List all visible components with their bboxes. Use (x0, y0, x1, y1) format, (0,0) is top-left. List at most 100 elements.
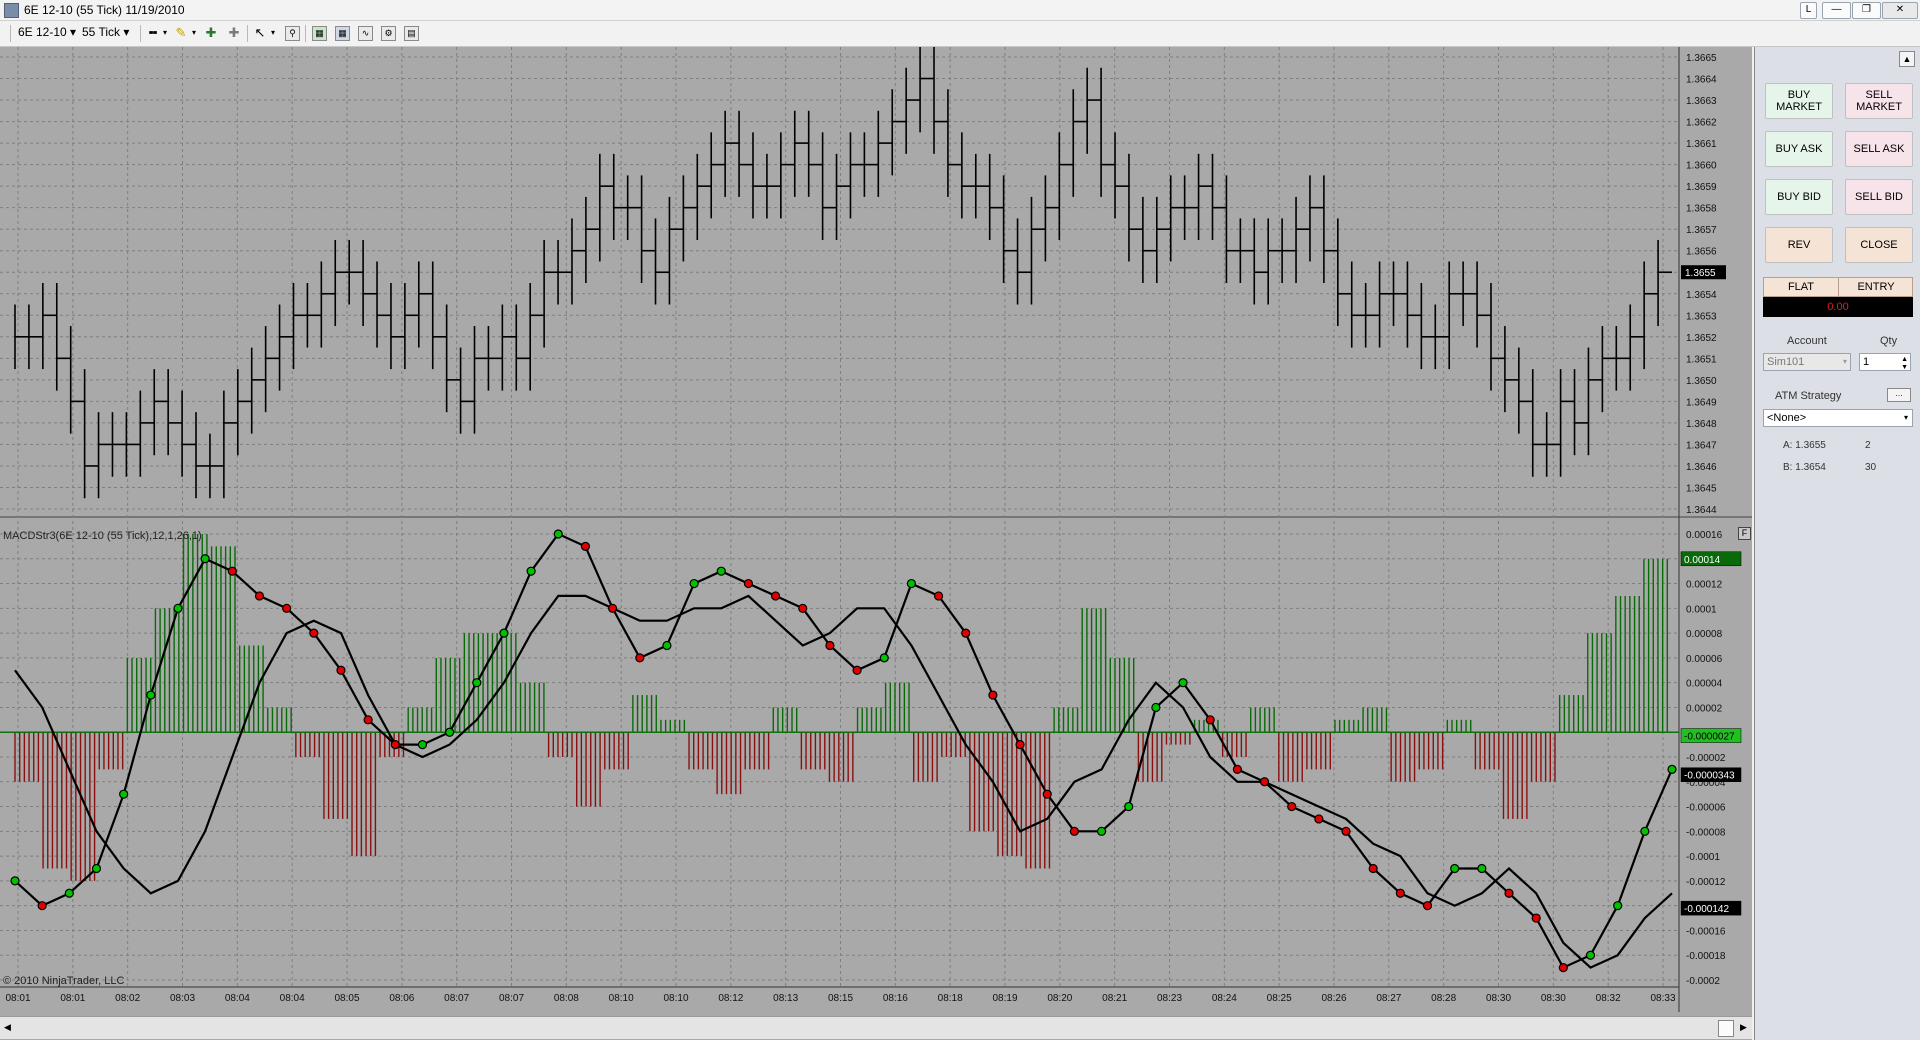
sell-bid-button[interactable]: SELL BID (1845, 179, 1913, 215)
time-tick-label: 08:32 (1596, 993, 1621, 1004)
atm-strategy-label: ATM Strategy (1775, 390, 1842, 402)
macd-value-badge: -0.0000343 (1684, 771, 1735, 782)
price-tick-label: 1.3664 (1686, 75, 1717, 86)
macd-tick-label: -0.00008 (1686, 827, 1726, 838)
signal-value-badge: -0.000142 (1684, 904, 1729, 915)
add-indicator-icon[interactable]: ✚ (203, 25, 219, 41)
maximize-button[interactable]: ❐ (1852, 2, 1881, 19)
macd-dot (37, 901, 47, 911)
interval-selector[interactable]: 55 Tick ▾ (82, 25, 129, 39)
macd-dot (1422, 901, 1433, 911)
time-tick-label: 08:20 (1047, 993, 1072, 1004)
macd-zero-badge: -0.0000027 (1684, 732, 1735, 743)
macd-dot (254, 591, 265, 601)
macd-dot (1531, 913, 1541, 923)
toolbar-separator (10, 25, 11, 42)
line-chart-icon[interactable]: ∿ (358, 26, 373, 41)
macd-dot (390, 740, 400, 750)
buy-market-button[interactable]: BUY MARKET (1765, 83, 1833, 119)
sell-market-button[interactable]: SELL MARKET (1845, 83, 1913, 119)
price-tick-label: 1.3651 (1686, 354, 1717, 365)
copyright-label: © 2010 NinjaTrader, LLC (3, 975, 125, 987)
reverse-button[interactable]: REV (1765, 227, 1833, 263)
time-tick-label: 08:13 (773, 993, 798, 1004)
time-tick-label: 08:23 (1157, 993, 1182, 1004)
price-tick-label: 1.3653 (1686, 311, 1717, 322)
macd-dot (635, 653, 645, 663)
chevron-down-icon[interactable]: ▾ (265, 25, 281, 41)
macd-dot (852, 665, 862, 675)
macd-dot (1042, 789, 1052, 799)
macd-dot (1259, 777, 1270, 787)
time-tick-label: 08:01 (5, 993, 30, 1004)
macd-dot (417, 740, 428, 750)
macd-tick-label: 0.00016 (1686, 530, 1723, 541)
macd-tick-label: 0.00008 (1686, 629, 1723, 640)
chart-canvas[interactable]: 1.3665 1.3664 1.3663 1.3662 1.3661 1.3660 1.36… (0, 47, 1752, 1040)
macd-dot (1205, 715, 1215, 725)
collapse-panel-button[interactable]: ▲ (1899, 51, 1915, 67)
macd-tick-label: -0.00006 (1686, 803, 1726, 814)
zoom-icon[interactable]: ⚲ (285, 26, 300, 41)
macd-dot (1395, 888, 1405, 898)
price-tick-label: 1.3650 (1686, 376, 1717, 387)
macd-tick-label: 0.00002 (1686, 703, 1723, 714)
price-tick-label: 1.3660 (1686, 161, 1717, 172)
close-position-button[interactable]: CLOSE (1845, 227, 1913, 263)
instrument-label: 6E 12-10 (18, 25, 67, 39)
sell-ask-button[interactable]: SELL ASK (1845, 131, 1913, 167)
macd-top-badge: 0.00014 (1684, 555, 1721, 566)
decrement-icon[interactable]: ▼ (1901, 360, 1908, 376)
chevron-down-icon[interactable]: ▾ (157, 25, 173, 41)
atm-settings-button[interactable]: … (1887, 388, 1911, 402)
link-button[interactable]: L (1800, 2, 1817, 19)
quantity-stepper[interactable]: 1 ▲ ▼ (1859, 353, 1911, 371)
macd-dot (10, 876, 20, 886)
atm-value: <None> (1767, 412, 1807, 424)
bid-size: 30 (1865, 462, 1877, 473)
indicator-label: MACDStr3(6E 12-10 (55 Tick),12,1,26,1) (3, 530, 202, 542)
macd-dot (1640, 826, 1650, 836)
macd-dot (1151, 702, 1161, 713)
macd-dot (309, 628, 319, 638)
atm-strategy-select[interactable]: <None> ▾ (1763, 409, 1913, 427)
account-label: Account (1787, 335, 1827, 347)
buy-bid-button[interactable]: BUY BID (1765, 179, 1833, 215)
macd-dot (1613, 901, 1623, 911)
bid-label: B: 1.3654 (1783, 462, 1826, 473)
panel-toggle-button[interactable]: F (1738, 527, 1751, 540)
data-box-icon[interactable]: ▦ (335, 26, 350, 41)
buy-ask-button[interactable]: BUY ASK (1765, 131, 1833, 167)
macd-tick-label: -0.00018 (1686, 951, 1726, 962)
close-window-button[interactable]: ✕ (1882, 2, 1918, 19)
macd-dot (363, 715, 373, 725)
macd-dot (933, 591, 944, 601)
template-icon[interactable]: ▤ (404, 26, 419, 41)
macd-dot (91, 863, 102, 874)
scroll-right-icon[interactable]: ▶ (1740, 1022, 1747, 1033)
entry-label: ENTRY (1857, 281, 1895, 293)
price-tick-label: 1.3662 (1686, 118, 1717, 129)
time-tick-label: 08:26 (1321, 993, 1346, 1004)
toolbar-separator (140, 25, 141, 42)
scroll-left-icon[interactable]: ◀ (4, 1022, 11, 1033)
qty-label: Qty (1880, 335, 1898, 347)
macd-dot (1314, 814, 1324, 824)
macd-dot (1096, 826, 1107, 836)
macd-dot (119, 789, 129, 799)
minimize-button[interactable]: — (1822, 2, 1851, 19)
macd-tick-label: -0.0002 (1686, 976, 1720, 987)
time-tick-label: 08:33 (1650, 993, 1675, 1004)
instrument-selector[interactable]: 6E 12-10 ▾ (18, 25, 76, 39)
chart-area[interactable]: 1.3665 1.3664 1.3663 1.3662 1.3661 1.3660 1.36… (0, 47, 1752, 1040)
scroll-thumb[interactable] (1718, 1020, 1734, 1037)
chart-trader-icon[interactable]: ▦ (312, 26, 327, 41)
account-select[interactable]: Sim101 ▾ (1763, 353, 1851, 371)
strategy-icon[interactable]: ✚ (226, 25, 242, 41)
horizontal-scrollbar[interactable]: ◀ ▶ (0, 1016, 1752, 1039)
chevron-down-icon[interactable]: ▾ (186, 25, 202, 41)
properties-icon[interactable]: ⚙ (381, 26, 396, 41)
macd-dot (1124, 801, 1134, 812)
macd-dot (1450, 863, 1460, 874)
macd-dot (689, 578, 699, 589)
